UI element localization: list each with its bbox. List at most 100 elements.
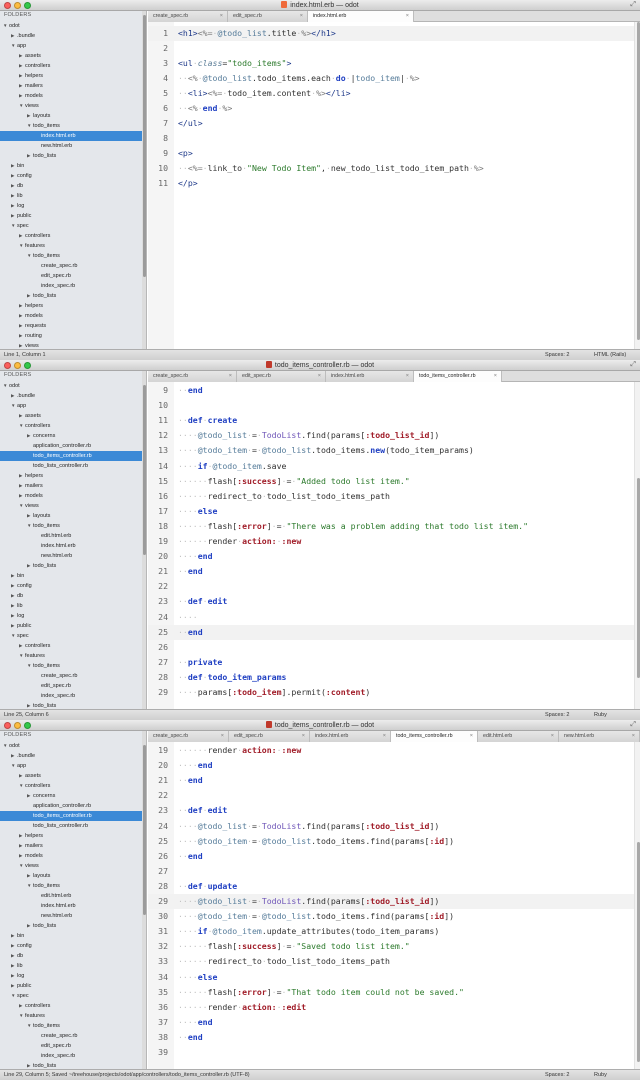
code-line[interactable]: 16 ······redirect_to·todo_list_todo_items… xyxy=(148,489,634,504)
folder-item[interactable]: ▼ spec xyxy=(0,991,142,1001)
title-bar[interactable]: todo_items_controller.rb — odot ⤢ xyxy=(0,720,640,731)
file-item[interactable]: application_controller.rb xyxy=(0,801,142,811)
editor-scrollbar[interactable] xyxy=(634,382,640,709)
code-line[interactable]: 6 ··<%·end·%> xyxy=(148,101,634,116)
folder-item[interactable]: ▼ views xyxy=(0,861,142,871)
file-item[interactable]: new.html.erb xyxy=(0,141,142,151)
code-line[interactable]: 9 ··end xyxy=(148,383,634,398)
folder-item[interactable]: ▶ helpers xyxy=(0,71,142,81)
folder-item[interactable]: ▶ mailers xyxy=(0,481,142,491)
folder-item[interactable]: ▶ routing xyxy=(0,331,142,341)
code-line[interactable]: 31 ····if·@todo_item.update_attributes(to… xyxy=(148,924,634,939)
folder-item[interactable]: ▶ concerns xyxy=(0,791,142,801)
file-item[interactable]: todo_lists_controller.rb xyxy=(0,821,142,831)
file-item[interactable]: index.html.erb xyxy=(0,131,142,141)
code-line[interactable]: 2 xyxy=(148,41,634,56)
folder-item[interactable]: ▼ todo_items xyxy=(0,521,142,531)
folder-item[interactable]: ▶ controllers xyxy=(0,61,142,71)
file-item[interactable]: edit_spec.rb xyxy=(0,271,142,281)
folder-item[interactable]: ▶ helpers xyxy=(0,471,142,481)
file-item[interactable]: index.html.erb xyxy=(0,541,142,551)
code-line[interactable]: 20 ····end xyxy=(148,549,634,564)
folder-item[interactable]: ▶ config xyxy=(0,171,142,181)
file-item[interactable]: new.html.erb xyxy=(0,911,142,921)
sidebar-scroll-thumb[interactable] xyxy=(142,15,146,277)
file-item[interactable]: todo_lists_controller.rb xyxy=(0,461,142,471)
code-editor[interactable]: 1 <h1><%=·@todo_list.title·%></h1> 2 3 <ul·c… xyxy=(148,22,640,349)
folder-item[interactable]: ▶ controllers xyxy=(0,231,142,241)
file-tab[interactable]: index.html.erb × xyxy=(326,371,414,382)
folder-item[interactable]: ▼ todo_items xyxy=(0,251,142,261)
editor-scroll-thumb[interactable] xyxy=(636,478,640,678)
code-line[interactable]: 23 ··def·edit xyxy=(148,594,634,609)
tab-close-icon[interactable]: × xyxy=(318,371,321,382)
file-tab[interactable]: edit_spec.rb × xyxy=(237,371,326,382)
folder-item[interactable]: ▶ todo_lists xyxy=(0,1061,142,1069)
editor-scrollbar[interactable] xyxy=(634,742,640,1069)
folder-item[interactable]: ▶ log xyxy=(0,971,142,981)
editor-scroll-thumb[interactable] xyxy=(636,842,640,1062)
folder-item[interactable]: ▶ .bundle xyxy=(0,31,142,41)
folder-item[interactable]: ▶ requests xyxy=(0,321,142,331)
folder-item[interactable]: ▼ controllers xyxy=(0,781,142,791)
code-line[interactable]: 26 ··end xyxy=(148,849,634,864)
code-line[interactable]: 32 ······flash[:success]·=·"Saved todo li… xyxy=(148,939,634,954)
folder-item[interactable]: ▼ todo_items xyxy=(0,881,142,891)
file-item[interactable]: create_spec.rb xyxy=(0,261,142,271)
folder-item[interactable]: ▶ public xyxy=(0,981,142,991)
folder-item[interactable]: ▶ config xyxy=(0,941,142,951)
file-tab[interactable]: todo_items_controller.rb × xyxy=(414,371,502,382)
code-line[interactable]: 22 xyxy=(148,788,634,803)
code-line[interactable]: 14 ····if·@todo_item.save xyxy=(148,459,634,474)
file-item[interactable]: edit_spec.rb xyxy=(0,1041,142,1051)
file-item[interactable]: new.html.erb xyxy=(0,551,142,561)
code-line[interactable]: 7 </ul> xyxy=(148,116,634,131)
code-line[interactable]: 24 ···· xyxy=(148,610,634,625)
folder-item[interactable]: ▶ db xyxy=(0,591,142,601)
folder-item[interactable]: ▶ public xyxy=(0,621,142,631)
folder-item[interactable]: ▼ odot xyxy=(0,741,142,751)
title-bar[interactable]: todo_items_controller.rb — odot ⤢ xyxy=(0,360,640,371)
file-item[interactable]: todo_items_controller.rb xyxy=(0,451,142,461)
folder-item[interactable]: ▶ layouts xyxy=(0,871,142,881)
code-line[interactable]: 5 ··<li><%=·todo_item.content·%></li> xyxy=(148,86,634,101)
code-line[interactable]: 17 ····else xyxy=(148,504,634,519)
file-tab[interactable]: edit.html.erb × xyxy=(478,731,559,742)
file-item[interactable]: index_spec.rb xyxy=(0,1051,142,1061)
file-item[interactable]: index_spec.rb xyxy=(0,691,142,701)
folder-item[interactable]: ▼ app xyxy=(0,761,142,771)
code-line[interactable]: 10 xyxy=(148,398,634,413)
file-tab[interactable]: new.html.erb × xyxy=(559,731,640,742)
folder-item[interactable]: ▼ views xyxy=(0,101,142,111)
code-line[interactable]: 21 ··end xyxy=(148,564,634,579)
sidebar-scrollbar[interactable] xyxy=(142,731,146,1069)
folder-item[interactable]: ▶ bin xyxy=(0,571,142,581)
sidebar-scroll-thumb[interactable] xyxy=(142,745,146,915)
code-line[interactable]: 35 ······flash[:error]·=·"That todo item … xyxy=(148,985,634,1000)
tab-close-icon[interactable]: × xyxy=(494,371,497,382)
folder-item[interactable]: ▶ controllers xyxy=(0,641,142,651)
folder-item[interactable]: ▶ todo_lists xyxy=(0,291,142,301)
tab-close-icon[interactable]: × xyxy=(632,731,635,742)
file-item[interactable]: application_controller.rb xyxy=(0,441,142,451)
folder-item[interactable]: ▼ views xyxy=(0,501,142,511)
syntax-selector[interactable]: Ruby xyxy=(594,1070,607,1080)
tab-close-icon[interactable]: × xyxy=(229,371,232,382)
file-tab[interactable]: todo_items_controller.rb × xyxy=(391,731,478,742)
folder-item[interactable]: ▼ app xyxy=(0,401,142,411)
folder-item[interactable]: ▶ config xyxy=(0,581,142,591)
syntax-selector[interactable]: Ruby xyxy=(594,710,607,720)
code-line[interactable]: 25 ····@todo_item·=·@todo_list.todo_items… xyxy=(148,834,634,849)
code-line[interactable]: 24 ····@todo_list·=·TodoList.find(params[… xyxy=(148,819,634,834)
folder-item[interactable]: ▶ assets xyxy=(0,51,142,61)
folder-item[interactable]: ▶ controllers xyxy=(0,1001,142,1011)
code-line[interactable]: 30 ····@todo_item·=·@todo_list.todo_items… xyxy=(148,909,634,924)
file-tab[interactable]: create_spec.rb × xyxy=(148,11,228,22)
folder-item[interactable]: ▼ todo_items xyxy=(0,121,142,131)
folder-item[interactable]: ▼ todo_items xyxy=(0,661,142,671)
folder-item[interactable]: ▶ concerns xyxy=(0,431,142,441)
code-line[interactable]: 19 ······render·action:·:new xyxy=(148,743,634,758)
folder-item[interactable]: ▶ mailers xyxy=(0,81,142,91)
folder-item[interactable]: ▶ todo_lists xyxy=(0,701,142,709)
editor-scrollbar[interactable] xyxy=(634,22,640,349)
